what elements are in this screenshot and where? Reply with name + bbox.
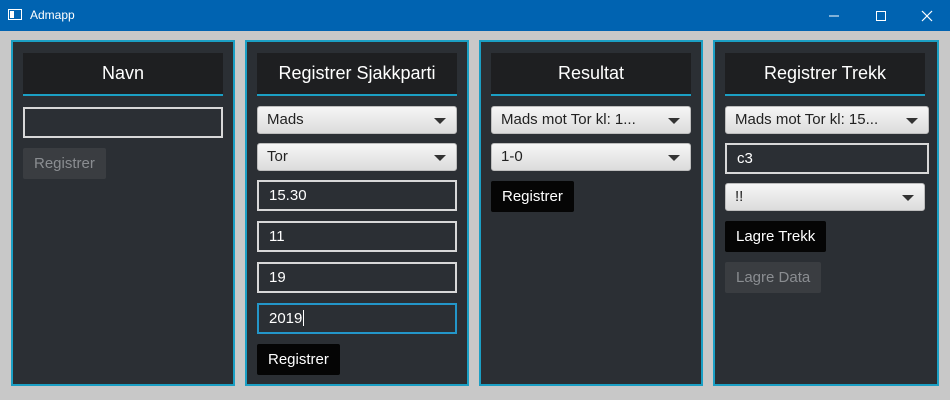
chevron-down-icon [668, 155, 680, 161]
close-button[interactable] [904, 0, 950, 31]
navn-panel: Navn Registrer [11, 40, 235, 386]
name-input[interactable] [23, 107, 223, 138]
chevron-down-icon [902, 195, 914, 201]
window-title: Admapp [30, 8, 75, 22]
result-select[interactable]: 1-0 [491, 143, 691, 171]
player2-value: Tor [267, 148, 288, 165]
chevron-down-icon [668, 118, 680, 124]
game-value: Mads mot Tor kl: 1... [501, 111, 636, 128]
year-input[interactable]: 2019 [257, 303, 457, 334]
minimize-button[interactable] [811, 0, 857, 31]
title-bar: Admapp [0, 0, 950, 31]
chevron-down-icon [434, 155, 446, 161]
navn-header: Navn [23, 53, 223, 96]
year-value: 2019 [269, 310, 303, 327]
trekk-panel: Registrer Trekk Mads mot Tor kl: 15... c… [713, 40, 939, 386]
close-icon [921, 10, 933, 22]
day-input[interactable]: 11 [257, 221, 457, 252]
annotation-value: !! [735, 188, 744, 205]
month-input[interactable]: 19 [257, 262, 457, 293]
sjakkparti-header: Registrer Sjakkparti [257, 53, 457, 96]
player1-select[interactable]: Mads [257, 106, 457, 134]
result-value: 1-0 [501, 148, 523, 165]
register-result-button[interactable]: Registrer [491, 181, 574, 212]
player2-select[interactable]: Tor [257, 143, 457, 171]
register-name-button[interactable]: Registrer [23, 148, 106, 179]
sjakkparti-panel: Registrer Sjakkparti Mads Tor 15.30 11 1… [245, 40, 469, 386]
maximize-icon [876, 11, 886, 21]
app-icon [8, 9, 22, 20]
trekk-game-value: Mads mot Tor kl: 15... [735, 111, 879, 128]
chevron-down-icon [906, 118, 918, 124]
register-game-button[interactable]: Registrer [257, 344, 340, 375]
chevron-down-icon [434, 118, 446, 124]
text-caret [303, 310, 305, 326]
time-input[interactable]: 15.30 [257, 180, 457, 211]
save-move-button[interactable]: Lagre Trekk [725, 221, 827, 252]
annotation-select[interactable]: !! [725, 183, 925, 211]
resultat-header: Resultat [491, 53, 691, 96]
minimize-icon [829, 15, 839, 17]
player1-value: Mads [267, 111, 304, 128]
trekk-game-select[interactable]: Mads mot Tor kl: 15... [725, 106, 929, 134]
save-data-button[interactable]: Lagre Data [725, 262, 822, 293]
game-select[interactable]: Mads mot Tor kl: 1... [491, 106, 691, 134]
trekk-header: Registrer Trekk [725, 53, 925, 96]
resultat-panel: Resultat Mads mot Tor kl: 1... 1-0 Regis… [479, 40, 703, 386]
move-input[interactable]: c3 [725, 143, 929, 174]
maximize-button[interactable] [858, 0, 904, 31]
